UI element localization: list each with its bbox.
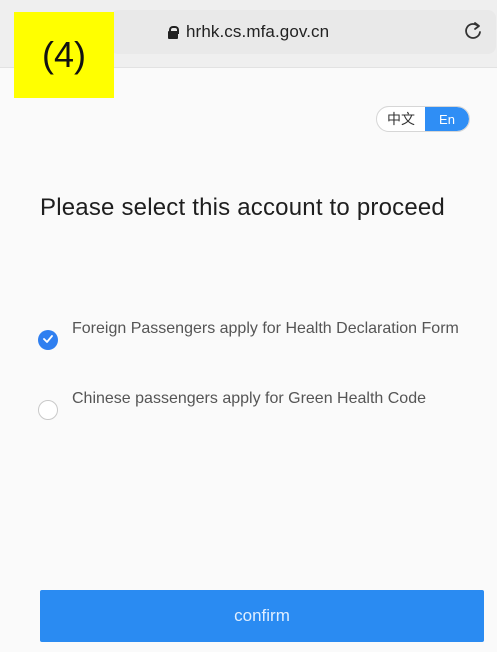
mobile-screen: hrhk.cs.mfa.gov.cn (4) 中文 En Please sele… [0,0,497,652]
option-label: Foreign Passengers apply for Health Decl… [72,320,459,337]
url-display[interactable]: hrhk.cs.mfa.gov.cn [168,22,329,42]
option-foreign-passengers[interactable]: Foreign Passengers apply for Health Decl… [38,318,488,350]
page-title: Please select this account to proceed [40,194,445,221]
option-label: Chinese passengers apply for Green Healt… [72,390,426,407]
language-option-chinese[interactable]: 中文 [377,107,425,131]
lock-icon [168,25,179,39]
reload-icon[interactable] [462,20,484,42]
step-label: (4) [14,12,114,98]
url-text: hrhk.cs.mfa.gov.cn [186,22,330,41]
confirm-button[interactable]: confirm [40,590,484,642]
option-chinese-passengers[interactable]: Chinese passengers apply for Green Healt… [38,388,488,420]
language-option-english[interactable]: En [425,107,469,131]
radio-unchecked-icon[interactable] [38,400,58,420]
radio-checked-icon[interactable] [38,330,58,350]
check-icon [43,335,53,343]
language-toggle[interactable]: 中文 En [376,106,470,132]
